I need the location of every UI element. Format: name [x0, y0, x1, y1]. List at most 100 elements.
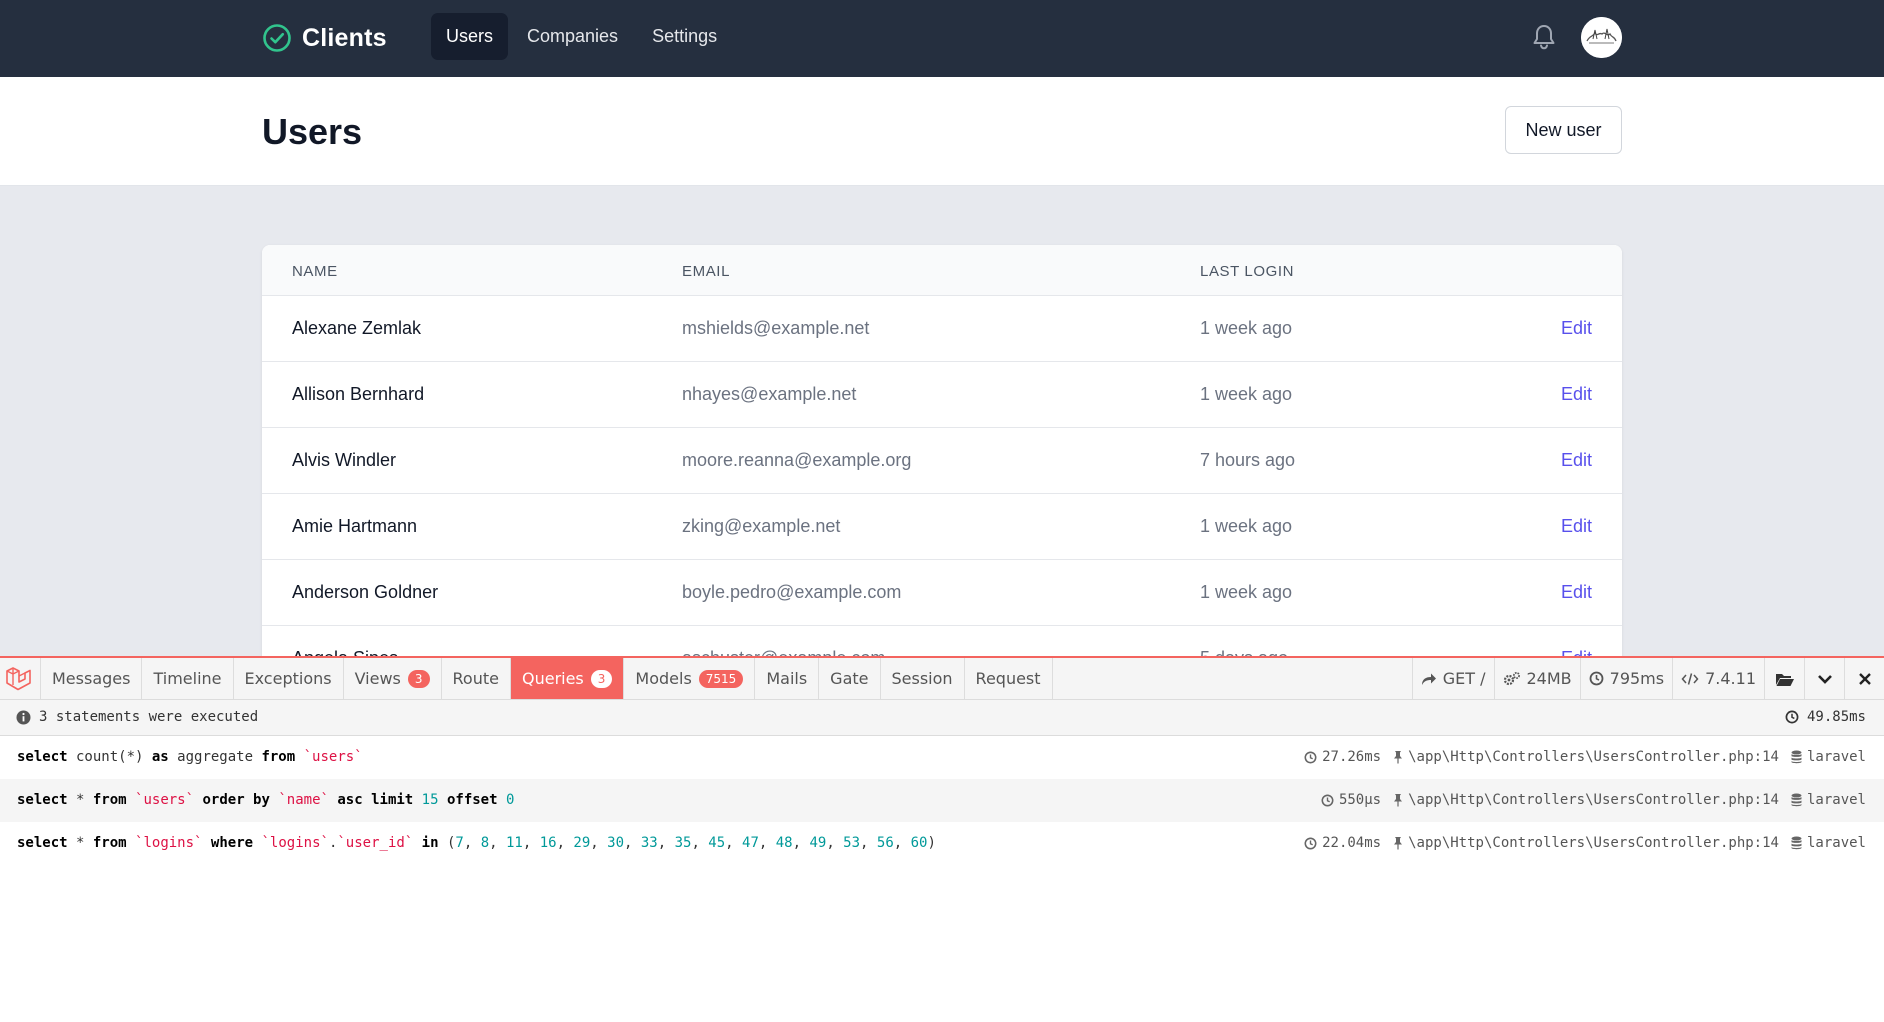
- tab-label: Messages: [52, 669, 131, 688]
- queries-status: 3 statements were executed 49.85ms: [0, 700, 1884, 736]
- tab-messages[interactable]: Messages: [40, 658, 143, 699]
- tab-label: Request: [975, 669, 1041, 688]
- tab-queries[interactable]: Queries 3: [510, 658, 625, 699]
- tab-label: Exceptions: [244, 669, 332, 688]
- edit-link[interactable]: Edit: [1561, 384, 1592, 405]
- table-row: Allison Bernhard nhayes@example.net 1 we…: [262, 362, 1622, 428]
- tab-route[interactable]: Route: [442, 658, 511, 699]
- open-folder-button[interactable]: [1764, 658, 1804, 699]
- close-icon: [1858, 672, 1871, 685]
- user-email: boyle.pedro@example.com: [682, 582, 902, 602]
- php-version: 7.4.11: [1672, 658, 1764, 699]
- sql-number: 35: [674, 835, 692, 851]
- user-name: Alexane Zemlak: [292, 318, 422, 338]
- sql-keyword: offset: [446, 792, 498, 808]
- nav-settings[interactable]: Settings: [637, 13, 732, 60]
- query-sql: select count(*) as aggregate from `users…: [17, 749, 363, 765]
- sql-number: 29: [573, 835, 591, 851]
- query-row[interactable]: select * from `users` order by `name` as…: [0, 779, 1884, 822]
- user-email: mshields@example.net: [682, 318, 870, 338]
- edit-link[interactable]: Edit: [1561, 582, 1592, 603]
- database-icon: [1791, 750, 1802, 764]
- sql-keyword: from: [92, 835, 127, 851]
- tab-session[interactable]: Session: [881, 658, 965, 699]
- user-name: Allison Bernhard: [292, 384, 425, 404]
- status-text: 3 statements were executed: [39, 709, 259, 725]
- sql-identifier: `name`: [278, 792, 329, 808]
- sql-identifier: `users`: [135, 792, 195, 808]
- debugbar: Messages Timeline Exceptions Views 3 Rout…: [0, 656, 1884, 1022]
- sql-keyword: select: [17, 835, 68, 851]
- table-row: Alvis Windler moore.reanna@example.org 7…: [262, 428, 1622, 494]
- request-duration: 795ms: [1579, 658, 1672, 699]
- query-row[interactable]: select * from `logins` where `logins`.`u…: [0, 822, 1884, 865]
- new-user-button[interactable]: New user: [1505, 106, 1622, 154]
- debugbar-meta: GET / 24MB 795ms 7.4.11: [1411, 658, 1884, 699]
- column-header-last-login[interactable]: LAST LOGIN: [1200, 263, 1294, 280]
- tab-gate[interactable]: Gate: [819, 658, 881, 699]
- sql-keyword: from: [92, 792, 127, 808]
- tab-mails[interactable]: Mails: [755, 658, 820, 699]
- minimize-button[interactable]: [1804, 658, 1844, 699]
- user-avatar[interactable]: [1581, 17, 1622, 58]
- tab-label: Views: [354, 669, 401, 688]
- close-button[interactable]: [1844, 658, 1884, 699]
- sql-number: 48: [775, 835, 793, 851]
- laravel-logo-icon[interactable]: [4, 666, 32, 692]
- tab-label: Session: [891, 669, 953, 688]
- edit-link[interactable]: Edit: [1561, 450, 1592, 471]
- table-row: Alexane Zemlak mshields@example.net 1 we…: [262, 296, 1622, 362]
- thumbtack-icon: [1394, 794, 1403, 807]
- bell-icon[interactable]: [1530, 22, 1558, 52]
- query-time: 27.26ms: [1322, 749, 1382, 765]
- user-last-login: 1 week ago: [1200, 516, 1293, 536]
- sql-number: 60: [910, 835, 928, 851]
- method-text: GET /: [1442, 669, 1486, 688]
- user-email: moore.reanna@example.org: [682, 450, 912, 470]
- tab-models[interactable]: Models 7515: [624, 658, 756, 699]
- users-table: NAME EMAIL LAST LOGIN Alexane Zemlak msh…: [262, 245, 1622, 658]
- count-badge: 7515: [698, 669, 744, 688]
- query-time: 550μs: [1338, 792, 1382, 808]
- brand[interactable]: Clients: [262, 22, 387, 54]
- sql-text: *: [67, 835, 93, 851]
- column-header-name[interactable]: NAME: [292, 263, 338, 280]
- request-method[interactable]: GET /: [1411, 658, 1494, 699]
- user-name: Anderson Goldner: [292, 582, 439, 602]
- query-meta: 27.26ms \app\Http\Controllers\UsersContr…: [1304, 749, 1866, 765]
- query-sql: select * from `logins` where `logins`.`u…: [17, 835, 936, 851]
- edit-link[interactable]: Edit: [1561, 516, 1592, 537]
- query-connection: laravel: [1806, 792, 1866, 808]
- main-content: NAME EMAIL LAST LOGIN Alexane Zemlak msh…: [0, 186, 1884, 658]
- edit-link[interactable]: Edit: [1561, 318, 1592, 339]
- tab-views[interactable]: Views 3: [344, 658, 442, 699]
- column-header-email[interactable]: EMAIL: [682, 263, 730, 280]
- tab-timeline[interactable]: Timeline: [142, 658, 234, 699]
- nav-companies[interactable]: Companies: [512, 13, 633, 60]
- sql-number: 11: [505, 835, 523, 851]
- sql-text: ,: [624, 835, 641, 851]
- tab-label: Mails: [766, 669, 808, 688]
- nav-users[interactable]: Users: [431, 13, 509, 60]
- sql-number: 47: [742, 835, 759, 851]
- table-header: NAME EMAIL LAST LOGIN: [262, 245, 1622, 296]
- sql-text: ,: [556, 835, 574, 851]
- sql-text: ,: [522, 835, 540, 851]
- database-icon: [1791, 793, 1802, 807]
- query-meta: 550μs \app\Http\Controllers\UsersControl…: [1321, 792, 1866, 808]
- sql-number: 45: [708, 835, 726, 851]
- tab-request[interactable]: Request: [965, 658, 1053, 699]
- sql-number: 49: [809, 835, 827, 851]
- user-last-login: 7 hours ago: [1200, 450, 1296, 470]
- tab-exceptions[interactable]: Exceptions: [234, 658, 344, 699]
- sql-identifier: `user_id`: [337, 835, 414, 851]
- memory-usage: 24MB: [1493, 658, 1580, 699]
- sql-number: 0: [505, 792, 515, 808]
- query-source: \app\Http\Controllers\UsersController.ph…: [1408, 749, 1779, 765]
- query-row[interactable]: select count(*) as aggregate from `users…: [0, 736, 1884, 779]
- user-last-login: 1 week ago: [1200, 318, 1293, 338]
